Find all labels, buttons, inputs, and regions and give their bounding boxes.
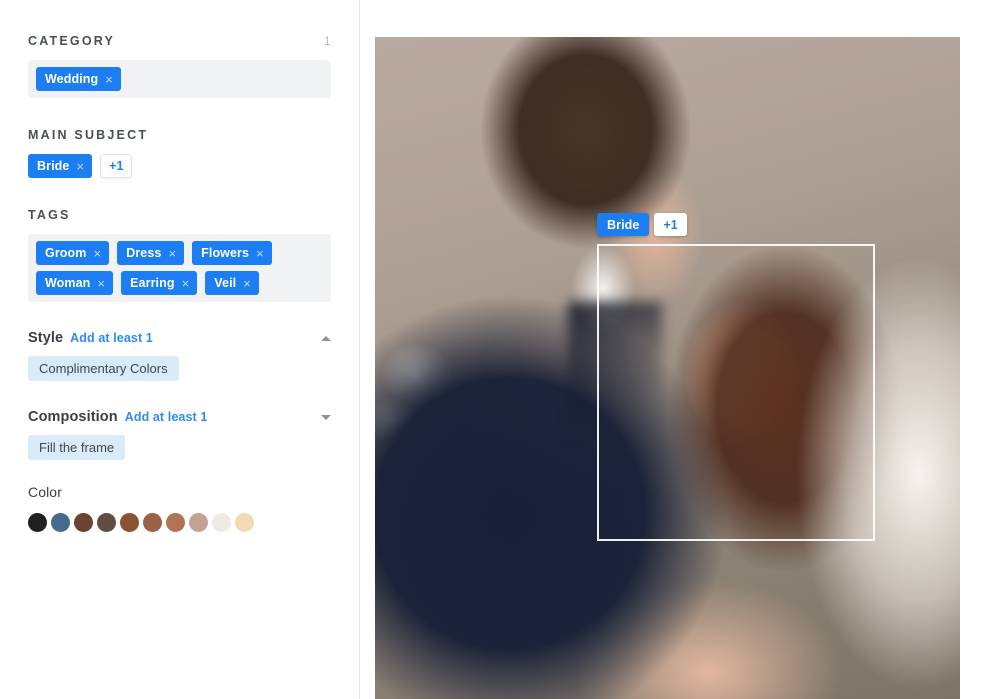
color-swatch-9[interactable]: [235, 513, 254, 532]
caret-up-icon[interactable]: [321, 335, 331, 341]
app-root: CATEGORY 1 Wedding × MAIN SUBJECT Bride …: [0, 0, 997, 699]
chip-category-wedding[interactable]: Wedding ×: [36, 67, 121, 91]
color-swatch-6[interactable]: [166, 513, 185, 532]
style-chip-row: Complimentary Colors: [28, 356, 331, 381]
color-swatch-5[interactable]: [143, 513, 162, 532]
close-icon[interactable]: ×: [97, 277, 105, 290]
main-subject-header: MAIN SUBJECT: [28, 128, 331, 142]
category-header: CATEGORY 1: [28, 34, 331, 48]
category-title: CATEGORY: [28, 34, 116, 48]
metadata-sidebar: CATEGORY 1 Wedding × MAIN SUBJECT Bride …: [0, 0, 360, 699]
tags-header: TAGS: [28, 208, 331, 222]
chip-label: Earring: [130, 276, 175, 290]
section-main-subject: MAIN SUBJECT Bride × +1: [28, 128, 331, 178]
composition-header-left: Composition Add at least 1: [28, 409, 207, 425]
close-icon[interactable]: ×: [243, 277, 251, 290]
color-swatch-1[interactable]: [51, 513, 70, 532]
chip-tag-groom[interactable]: Groom ×: [36, 241, 110, 265]
category-chip-tray[interactable]: Wedding ×: [28, 60, 331, 98]
color-swatch-8[interactable]: [212, 513, 231, 532]
color-swatch-4[interactable]: [120, 513, 139, 532]
overlay-chip-bride[interactable]: Bride: [597, 213, 650, 236]
image-viewer: Bride +1: [360, 0, 997, 699]
close-icon[interactable]: ×: [76, 160, 84, 173]
chip-tag-flowers[interactable]: Flowers ×: [192, 241, 272, 265]
composition-chip-row: Fill the frame: [28, 435, 331, 460]
close-icon[interactable]: ×: [105, 73, 113, 86]
chip-label: Bride: [37, 159, 70, 173]
chip-label: Wedding: [45, 72, 99, 86]
face-detection-rectangle[interactable]: [597, 244, 875, 541]
color-swatch-2[interactable]: [74, 513, 93, 532]
chip-composition-fill-the-frame[interactable]: Fill the frame: [28, 435, 126, 460]
tags-chip-tray[interactable]: Groom × Dress × Flowers × Woman × Earrin…: [28, 234, 331, 302]
color-swatch-0[interactable]: [28, 513, 47, 532]
chip-tag-dress[interactable]: Dress ×: [117, 241, 185, 265]
chip-label: Groom: [45, 246, 87, 260]
close-icon[interactable]: ×: [93, 247, 101, 260]
chip-tag-woman[interactable]: Woman ×: [36, 271, 114, 295]
chip-label: Dress: [126, 246, 162, 260]
chip-label: Veil: [214, 276, 237, 290]
chip-tag-earring[interactable]: Earring ×: [121, 271, 198, 295]
section-category: CATEGORY 1 Wedding ×: [28, 34, 331, 98]
caret-down-icon[interactable]: [321, 414, 331, 420]
composition-hint-link[interactable]: Add at least 1: [125, 410, 208, 424]
color-title: Color: [28, 484, 62, 500]
overlay-chip-more-button[interactable]: +1: [654, 213, 687, 236]
style-title: Style: [28, 330, 64, 346]
close-icon[interactable]: ×: [182, 277, 190, 290]
section-composition: Composition Add at least 1 Fill the fram…: [28, 405, 331, 460]
style-header-left: Style Add at least 1: [28, 330, 153, 346]
close-icon[interactable]: ×: [168, 247, 176, 260]
main-subject-chip-row: Bride × +1: [28, 154, 331, 178]
section-style: Style Add at least 1 Complimentary Color…: [28, 326, 331, 381]
category-count: 1: [324, 36, 331, 48]
section-tags: TAGS Groom × Dress × Flowers × Woman × E…: [28, 208, 331, 302]
chip-label: Flowers: [201, 246, 250, 260]
chip-label: Woman: [45, 276, 91, 290]
tags-title: TAGS: [28, 208, 71, 222]
style-header: Style Add at least 1: [28, 330, 331, 346]
sidebar-content: CATEGORY 1 Wedding × MAIN SUBJECT Bride …: [0, 0, 359, 532]
photo-container[interactable]: Bride +1: [375, 37, 960, 699]
composition-title: Composition: [28, 409, 118, 425]
chip-tag-veil[interactable]: Veil ×: [205, 271, 259, 295]
color-swatch-7[interactable]: [189, 513, 208, 532]
color-swatch-3[interactable]: [97, 513, 116, 532]
color-swatch-row: [28, 513, 331, 532]
section-color: Color: [28, 484, 331, 532]
chip-subject-bride[interactable]: Bride ×: [28, 154, 93, 178]
chip-style-complimentary-colors[interactable]: Complimentary Colors: [28, 356, 179, 381]
chip-subject-more-button[interactable]: +1: [100, 154, 133, 178]
overlay-subject-badge: Bride +1: [597, 213, 687, 236]
main-subject-title: MAIN SUBJECT: [28, 128, 149, 142]
style-hint-link[interactable]: Add at least 1: [70, 331, 153, 345]
close-icon[interactable]: ×: [256, 247, 264, 260]
composition-header: Composition Add at least 1: [28, 409, 331, 425]
